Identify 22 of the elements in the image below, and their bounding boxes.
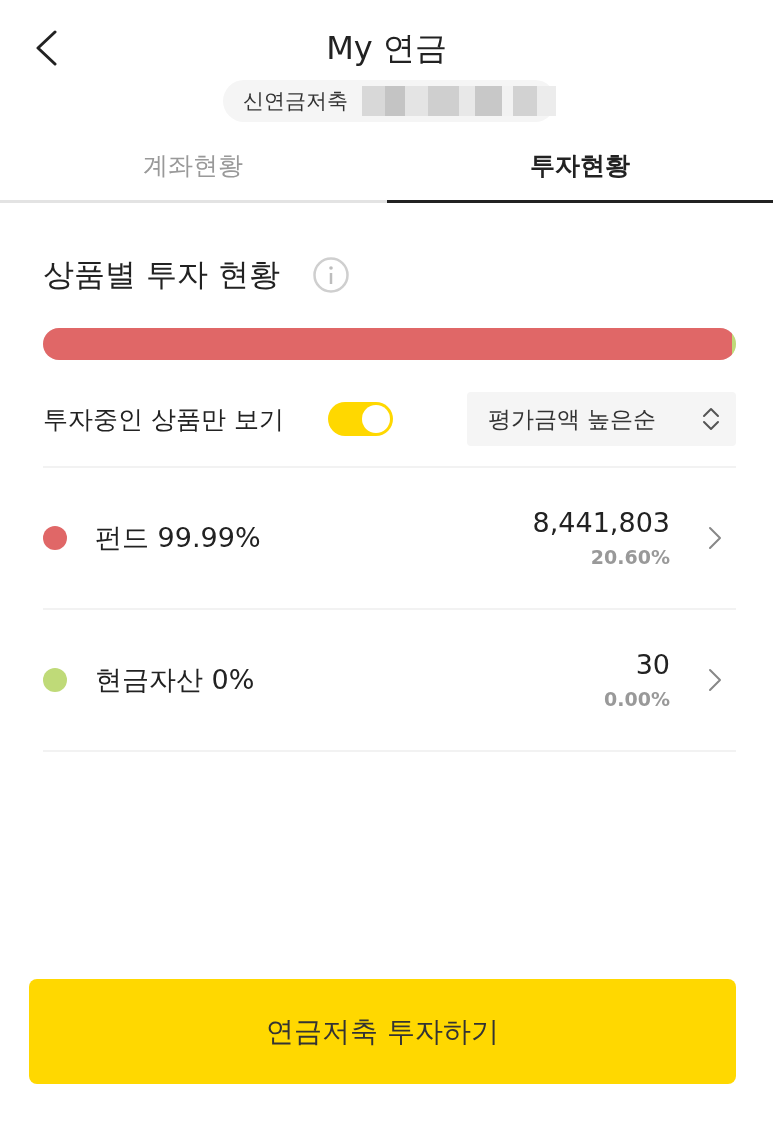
section-title: 상품별 투자 현황: [43, 255, 280, 294]
chevron-right-icon: [708, 668, 722, 692]
holding-amount: 30: [635, 648, 670, 682]
holding-return: 0.00%: [604, 687, 670, 712]
invest-button[interactable]: 연금저축 투자하기: [29, 979, 736, 1084]
holding-name: 펀드 99.99%: [95, 521, 261, 555]
account-type-label: 신연금저축: [243, 88, 348, 115]
back-button[interactable]: [35, 30, 57, 66]
holding-return: 20.60%: [590, 545, 670, 570]
holding-row[interactable]: 펀드 99.99% 8,441,803 20.60%: [43, 468, 736, 610]
filter-label: 투자중인 상품만 보기: [43, 403, 284, 436]
holding-amount: 8,441,803: [532, 506, 670, 540]
toggle-switch[interactable]: [327, 402, 393, 436]
page-title: My 연금: [326, 28, 447, 69]
info-icon[interactable]: [312, 257, 349, 293]
holding-name: 현금자산 0%: [95, 663, 255, 697]
back-chevron-icon: [35, 30, 57, 66]
chevron-right-icon: [708, 526, 722, 550]
holding-row[interactable]: 현금자산 0% 30 0.00%: [43, 610, 736, 752]
up-down-chevron-icon: [702, 406, 720, 432]
sort-dropdown[interactable]: 평가금액 높은순: [467, 392, 736, 446]
tab[interactable]: 투자현황: [386, 130, 773, 203]
